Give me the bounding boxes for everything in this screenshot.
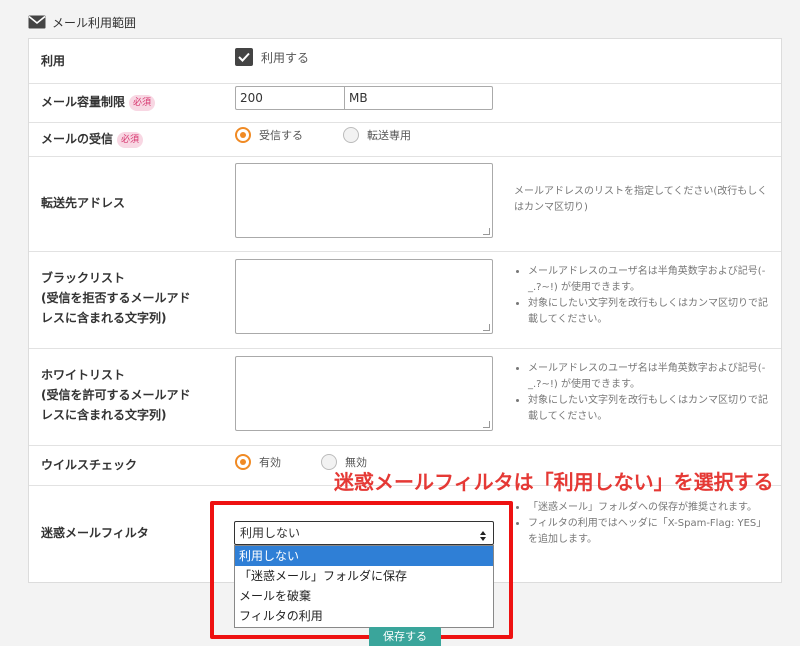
dropdown-option[interactable]: フィルタの利用 (235, 606, 493, 626)
help-item: メールアドレスのユーザ名は半角英数字および記号(-_.?~!) が使用できます。 (528, 264, 769, 296)
label-virus: ウイルスチェック (41, 458, 138, 472)
label-whitelist-line1: ホワイトリスト (41, 368, 126, 382)
help-item: 対象にしたい文字列を改行もしくはカンマ区切りで記載してください。 (528, 393, 769, 425)
capacity-unit: MB (349, 91, 368, 105)
label-blacklist-line2: (受信を拒否するメールアド (41, 291, 191, 305)
help-item: 対象にしたい文字列を改行もしくはカンマ区切りで記載してください。 (528, 296, 769, 328)
annotation-callout: 迷惑メールフィルタは「利用しない」を選択する (334, 470, 774, 494)
blacklist-help: メールアドレスのユーザ名は半角英数字および記号(-_.?~!) が使用できます。… (514, 264, 769, 328)
receive-radio-receive[interactable] (235, 127, 251, 143)
required-badge: 必須 (129, 94, 156, 111)
checkmark-icon (238, 52, 250, 62)
label-capacity: メール容量制限 必須 (41, 92, 156, 112)
label-blacklist: ブラックリスト (受信を拒否するメールアド レスに含まれる文字列) (41, 268, 191, 328)
section-title: メール利用範囲 (52, 15, 137, 30)
section-header: メール利用範囲 (28, 11, 136, 33)
dropdown-option[interactable]: 利用しない (235, 546, 493, 566)
forward-help: メールアドレスのリストを指定してください(改行もしくはカンマ区切り) (514, 186, 768, 213)
capacity-input[interactable]: 200 (236, 87, 345, 109)
spam-filter-select[interactable]: 利用しない (234, 521, 494, 545)
whitelist-textarea[interactable] (235, 356, 493, 431)
receive-radio-group: 受信する 転送専用 (235, 127, 451, 143)
save-button[interactable]: 保存する (369, 627, 441, 646)
row-whitelist: ホワイトリスト (受信を許可するメールアド レスに含まれる文字列) メールアドレ… (29, 348, 781, 446)
forward-textarea-wrap (235, 163, 493, 238)
blacklist-textarea[interactable] (235, 259, 493, 334)
receive-radio-forward-only[interactable] (343, 127, 359, 143)
label-usage: 利用 (41, 54, 66, 68)
spam-filter-dropdown: 利用しない 「迷惑メール」フォルダに保存 メールを破棄 フィルタの利用 (234, 545, 494, 628)
label-whitelist-line2: (受信を許可するメールアド (41, 388, 191, 402)
usage-checkbox[interactable] (235, 48, 253, 66)
row-receive: メールの受信 必須 受信する 転送専用 (29, 122, 781, 157)
help-item: メールアドレスのユーザ名は半角英数字および記号(-_.?~!) が使用できます。 (528, 361, 769, 393)
receive-option-receive-label[interactable]: 受信する (259, 129, 303, 142)
row-capacity: メール容量制限 必須 200 MB (29, 83, 781, 123)
label-receive: メールの受信 必須 (41, 129, 144, 149)
whitelist-help: メールアドレスのユーザ名は半角英数字および記号(-_.?~!) が使用できます。… (514, 361, 769, 425)
label-whitelist: ホワイトリスト (受信を許可するメールアド レスに含まれる文字列) (41, 365, 191, 425)
virus-option-enabled-label[interactable]: 有効 (259, 456, 281, 469)
row-blacklist: ブラックリスト (受信を拒否するメールアド レスに含まれる文字列) メールアドレ… (29, 251, 781, 349)
row-usage: 利用 利用する (29, 39, 781, 84)
help-item: フィルタの利用ではヘッダに「X-Spam-Flag: YES」を追加します。 (528, 516, 769, 548)
label-blacklist-line3: レスに含まれる文字列) (41, 311, 167, 325)
help-item: 「迷惑メール」フォルダへの保存が推奨されます。 (528, 500, 769, 516)
label-forward: 転送先アドレス (41, 196, 126, 210)
required-badge: 必須 (117, 131, 144, 148)
label-spam-filter: 迷惑メールフィルタ (41, 526, 149, 540)
dropdown-option[interactable]: 「迷惑メール」フォルダに保存 (235, 566, 493, 586)
label-blacklist-line1: ブラックリスト (41, 271, 126, 285)
receive-option-forward-only-label[interactable]: 転送専用 (367, 129, 411, 142)
blacklist-textarea-wrap (235, 259, 493, 334)
label-whitelist-line3: レスに含まれる文字列) (41, 408, 167, 422)
label-receive-text: メールの受信 (41, 132, 114, 146)
label-capacity-text: メール容量制限 (41, 95, 126, 109)
usage-checkbox-label[interactable]: 利用する (261, 51, 309, 65)
spam-help: 「迷惑メール」フォルダへの保存が推奨されます。 フィルタの利用ではヘッダに「X-… (514, 500, 769, 548)
row-forward: 転送先アドレス メールアドレスのリストを指定してください(改行もしくはカンマ区切… (29, 156, 781, 252)
usage-checkbox-group[interactable]: 利用する (235, 48, 309, 66)
forward-address-textarea[interactable] (235, 163, 493, 238)
whitelist-textarea-wrap (235, 356, 493, 431)
virus-radio-enabled[interactable] (235, 454, 251, 470)
spam-filter-selected-value: 利用しない (240, 526, 301, 540)
envelope-icon (28, 15, 46, 29)
capacity-input-group: 200 MB (235, 86, 493, 110)
dropdown-option[interactable]: メールを破棄 (235, 586, 493, 606)
